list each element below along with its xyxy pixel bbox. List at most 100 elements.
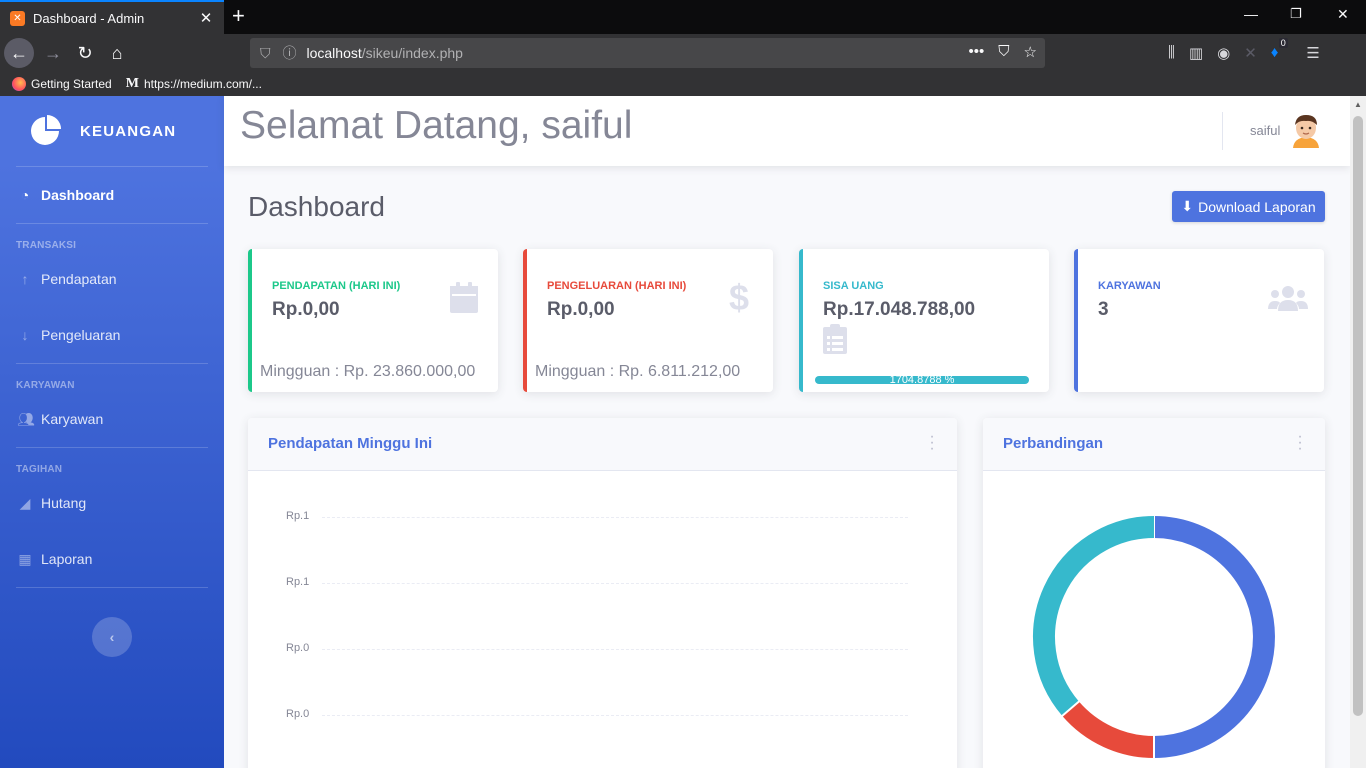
donut-slice-2 <box>1033 516 1155 716</box>
info-icon[interactable]: ⓘ <box>283 43 297 63</box>
library-icon[interactable]: ⫼ <box>1168 44 1175 62</box>
pocket-icon[interactable]: ⛉ <box>998 43 1009 61</box>
download-icon: ⬇ <box>1181 198 1194 214</box>
progress-text: 1704.8788 % <box>889 374 955 386</box>
topbar: Selamat Datang, saiful saiful <box>224 96 1350 166</box>
dollar-icon: $ <box>728 277 750 318</box>
firefox-icon <box>12 77 26 91</box>
sidebar-item-label: Pengeluaran <box>41 327 121 343</box>
sidebar-toggle-icon[interactable]: ▥ <box>1189 44 1203 62</box>
sidebar-item-label: Karyawan <box>41 411 104 427</box>
users-icon: 👥︎ <box>17 410 35 427</box>
sidebar-divider <box>16 587 208 588</box>
medium-icon: M <box>125 76 139 91</box>
browser-nav-bar: ← → ↻ ⌂ ⛉ ⓘ localhost/sikeu/index.php ••… <box>0 34 1366 72</box>
donut-chart <box>1033 515 1275 759</box>
sidebar-item-label: Pendapatan <box>41 271 117 287</box>
sidebar-item-dashboard[interactable]: ◔ Dashboard <box>0 167 224 223</box>
tachometer-icon: ◔ <box>20 187 30 203</box>
y-tick-label: Rp.0 <box>286 708 310 720</box>
card-label: PENGELUARAN (HARI INI) <box>547 280 687 292</box>
card-value: Rp.17.048.788,00 <box>823 299 976 320</box>
sidebar-item-pengeluaran[interactable]: ↓ Pengeluaran <box>0 307 224 363</box>
page-title: Dashboard <box>248 191 385 222</box>
notification-badge: 0 <box>1278 38 1288 48</box>
sidebar-toggle-button[interactable]: ‹ <box>92 617 132 657</box>
bookmark-getting-started[interactable]: Getting Started <box>12 77 112 91</box>
sidebar-item-karyawan[interactable]: 👥︎ Karyawan <box>0 391 224 447</box>
topbar-divider <box>1222 112 1223 150</box>
card-accent <box>248 249 252 392</box>
url-path: /sikeu/index.php <box>361 45 463 61</box>
browser-tab[interactable]: ✕ Dashboard - Admin ✕ <box>0 0 224 34</box>
url-host: localhost <box>306 45 362 61</box>
card-value: Rp.0,00 <box>272 299 340 320</box>
donut-slice-1 <box>1062 701 1155 758</box>
grid-line <box>322 715 908 716</box>
grid-line <box>322 583 908 584</box>
card-accent <box>799 249 803 392</box>
download-report-button[interactable]: ⬇ Download Laporan <box>1172 191 1325 222</box>
users-icon <box>1268 286 1308 311</box>
panel-title: Perbandingan <box>1003 435 1104 452</box>
chart-area-icon: ◢ <box>19 494 31 511</box>
grid-line <box>322 649 908 650</box>
bookmark-star-icon[interactable]: ☆ <box>1024 43 1037 61</box>
panel-title: Pendapatan Minggu Ini <box>268 435 433 452</box>
scroll-thumb[interactable] <box>1353 116 1363 716</box>
forward-arrow-icon[interactable]: → <box>38 38 68 68</box>
card-value: Rp.0,00 <box>547 299 615 320</box>
tab-title: Dashboard - Admin <box>33 10 145 26</box>
page-actions-icon[interactable]: ••• <box>969 43 985 61</box>
card-karyawan: KARYAWAN 3 <box>1074 249 1324 392</box>
reload-icon[interactable]: ↻ <box>70 38 100 68</box>
content-wrapper: Selamat Datang, saiful saiful Dashboard … <box>224 96 1350 768</box>
sidebar-item-pendapatan[interactable]: ↑ Pendapatan <box>0 251 224 307</box>
bookmark-medium[interactable]: M https://medium.com/... <box>126 76 262 92</box>
panel-header: Pendapatan Minggu Ini · · · <box>248 418 957 471</box>
card-weekly: Mingguan : Rp. 23.860.000,00 <box>260 363 476 380</box>
calendar-icon <box>450 282 478 313</box>
sidebar-item-hutang[interactable]: ◢ Hutang <box>0 475 224 531</box>
card-weekly: Mingguan : Rp. 6.811.212,00 <box>535 363 741 380</box>
card-label: SISA UANG <box>823 280 884 292</box>
new-tab-button[interactable]: + <box>232 4 245 28</box>
url-bar[interactable]: ⛉ ⓘ localhost/sikeu/index.php ••• ⛉ ☆ <box>250 38 1045 68</box>
sidebar-item-label: Hutang <box>41 495 87 511</box>
card-accent <box>523 249 527 392</box>
clipboard-list-icon <box>823 324 847 354</box>
y-tick-label: Rp.1 <box>286 576 310 588</box>
notification-icon[interactable]: ♦ 0 <box>1271 38 1288 62</box>
home-icon[interactable]: ⌂ <box>102 38 132 68</box>
more-options-icon[interactable]: · · · <box>929 429 935 457</box>
restore-icon[interactable]: ❐ <box>1290 6 1302 22</box>
bookmark-label: Getting Started <box>31 77 112 91</box>
chart-pie-icon <box>31 115 61 145</box>
card-label: KARYAWAN <box>1098 280 1161 292</box>
table-icon: ▦ <box>18 550 32 567</box>
scroll-up-icon[interactable]: ▲ <box>1354 100 1362 109</box>
y-tick-label: Rp.1 <box>286 510 310 522</box>
extension-x-icon[interactable]: ✕ <box>1244 44 1257 62</box>
panel-header: Perbandingan · · · <box>983 418 1325 471</box>
sidebar-brand[interactable]: KEUANGAN <box>0 96 224 166</box>
avatar[interactable] <box>1290 112 1322 148</box>
window-close-icon[interactable]: ✕ <box>1337 6 1349 23</box>
browser-tab-bar: ✕ Dashboard - Admin ✕ + — ❐ ✕ <box>0 0 1366 34</box>
back-arrow-icon[interactable]: ← <box>4 38 34 68</box>
shield-icon[interactable]: ⛉ <box>260 45 271 62</box>
tab-close-button[interactable]: ✕ <box>198 9 214 27</box>
sidebar-item-label: Laporan <box>41 551 93 567</box>
user-name[interactable]: saiful <box>1250 123 1280 138</box>
card-label: PENDAPATAN (HARI INI) <box>272 280 401 292</box>
grid-line <box>322 517 908 518</box>
more-options-icon[interactable]: · · · <box>1297 429 1303 457</box>
sidebar-item-laporan[interactable]: ▦ Laporan <box>0 531 224 587</box>
menu-icon[interactable]: ☰ <box>1306 44 1319 62</box>
account-icon[interactable]: ◉ <box>1217 44 1230 62</box>
card-accent <box>1074 249 1078 392</box>
minimize-icon[interactable]: — <box>1244 6 1258 22</box>
sidebar-item-label: Dashboard <box>41 187 115 203</box>
page-scrollbar[interactable]: ▲ <box>1350 96 1366 768</box>
greeting-title: Selamat Datang, saiful <box>240 104 633 147</box>
